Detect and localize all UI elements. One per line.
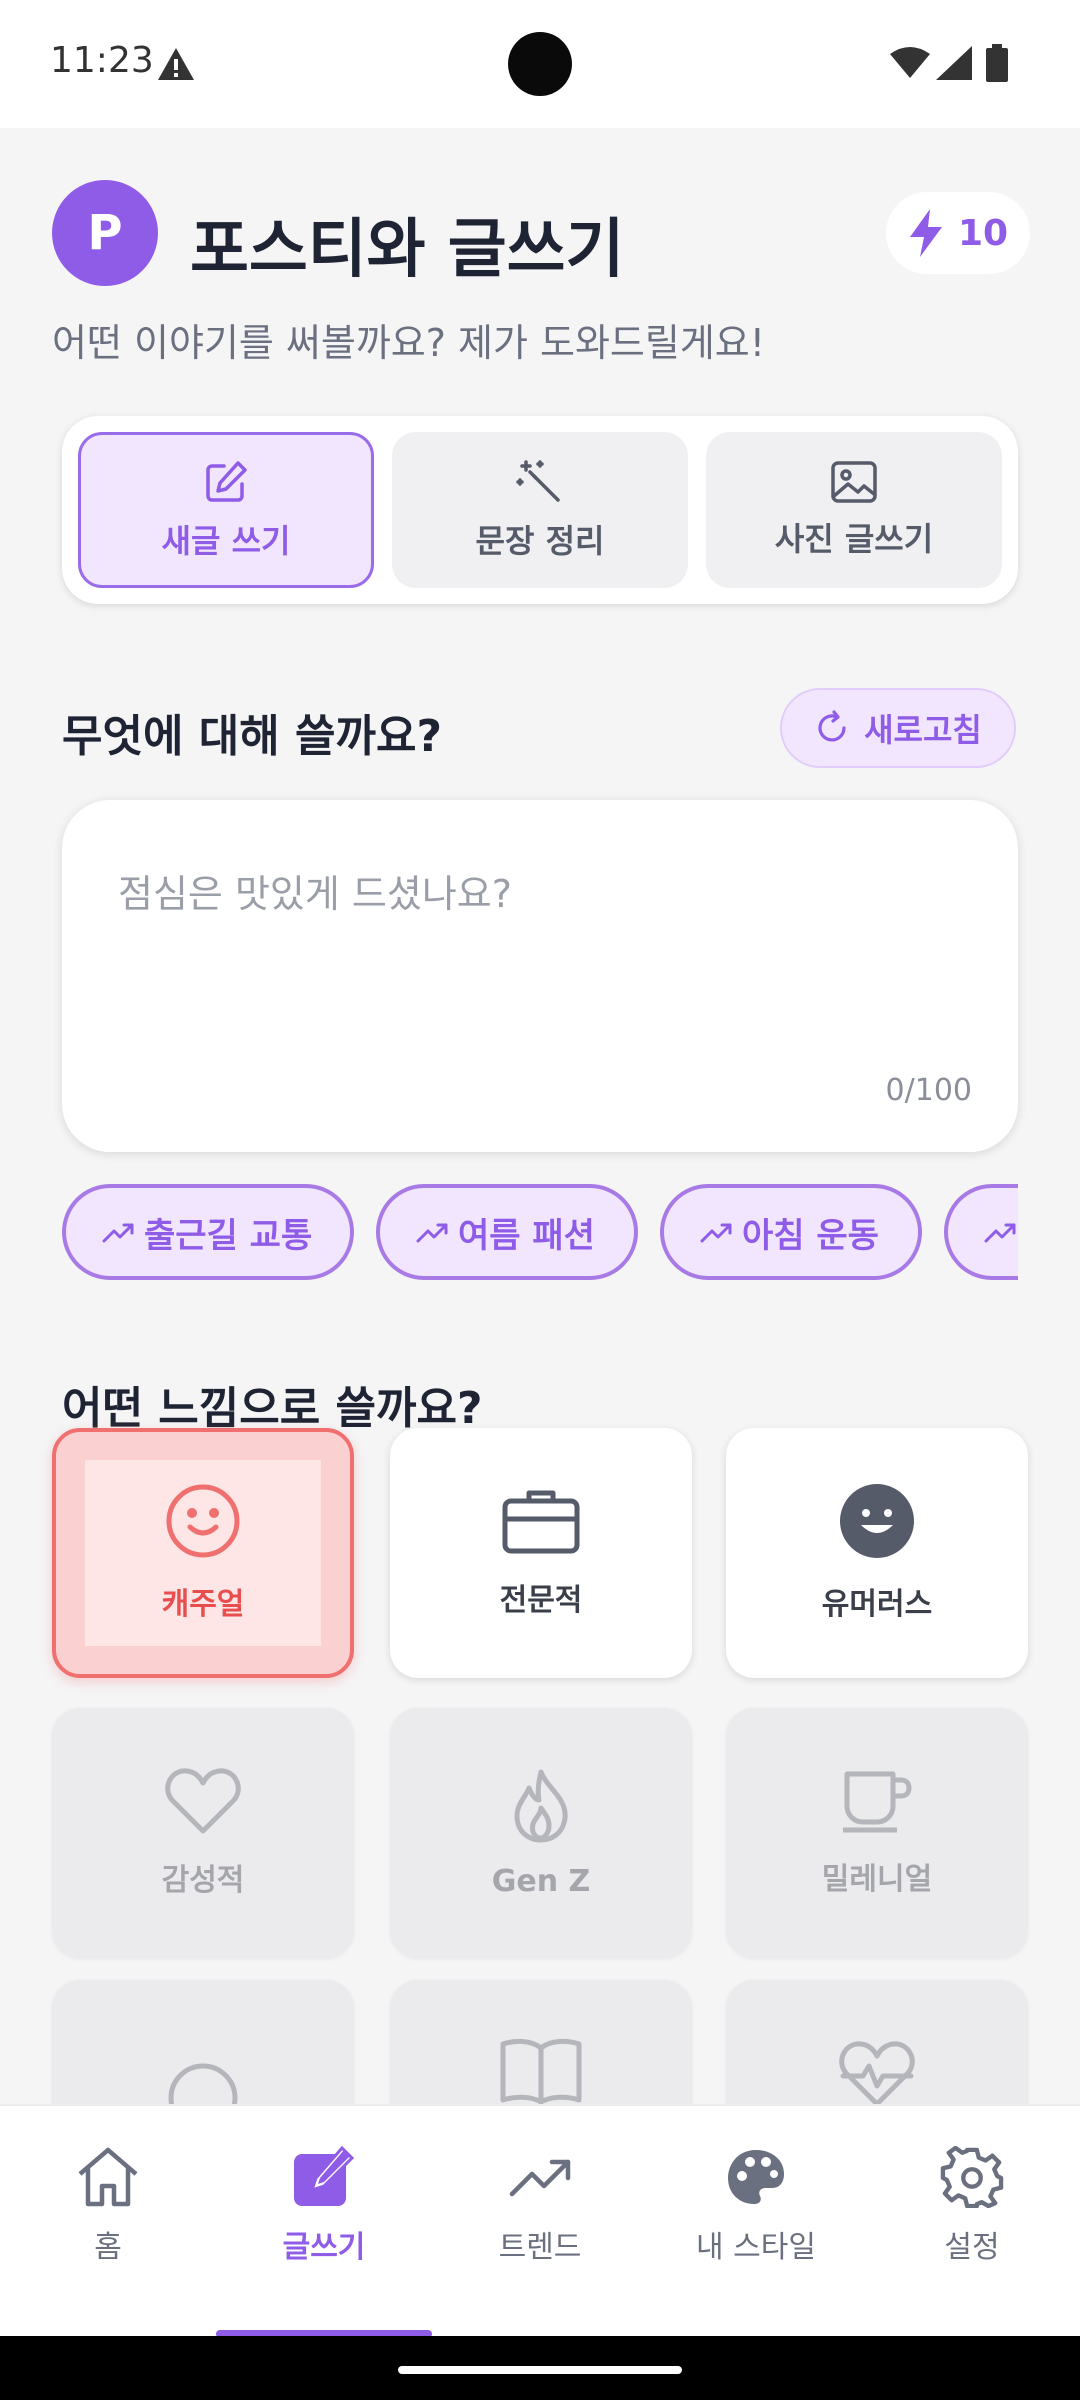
- char-count: 0/100: [885, 1073, 972, 1108]
- refresh-button[interactable]: 새로고침: [780, 688, 1016, 768]
- topic-input[interactable]: [118, 864, 958, 924]
- credit-badge[interactable]: 10: [886, 192, 1030, 274]
- tone-section-title: 어떤 느낌으로 쓸까요?: [62, 1383, 483, 1434]
- palette-icon: [728, 2150, 784, 2204]
- mode-polish-button[interactable]: 문장 정리: [392, 432, 688, 588]
- laugh-icon: [840, 1484, 914, 1558]
- book-icon: [500, 2038, 582, 2105]
- chip-label: 출근길 교통: [144, 1215, 313, 1256]
- tone-label: 감성적: [161, 1863, 245, 1898]
- trending-chip[interactable]: [944, 1184, 1018, 1280]
- image-icon: [831, 461, 877, 503]
- system-gesture-bar: [0, 2336, 1080, 2400]
- mode-selector: 새글 쓰기 문장 정리 사진 글쓰기: [62, 416, 1018, 604]
- trending-up-icon: [700, 1223, 732, 1243]
- wifi-icon: [890, 47, 930, 78]
- tone-casual-inner: 캐주얼: [85, 1460, 321, 1646]
- nav-my-style[interactable]: 내 스타일: [656, 2146, 856, 2276]
- mode-label: 문장 정리: [475, 522, 605, 560]
- chip-label: 아침 운동: [742, 1215, 879, 1256]
- magic-wand-icon: [516, 460, 560, 502]
- home-icon: [78, 2147, 138, 2207]
- tone-professional-card[interactable]: 전문적: [390, 1428, 692, 1678]
- briefcase-icon: [502, 1490, 580, 1554]
- refresh-icon: [818, 710, 846, 742]
- nav-label: 트렌드: [498, 2230, 582, 2265]
- tone-label: 유머러스: [821, 1587, 933, 1622]
- trending-chip[interactable]: 아침 운동: [660, 1184, 922, 1280]
- write-icon: [294, 2146, 355, 2206]
- gear-icon: [940, 2146, 1004, 2208]
- warning-icon: [158, 48, 194, 80]
- tone-genz-card[interactable]: Gen Z: [390, 1708, 692, 1958]
- tone-label: 캐주얼: [161, 1587, 245, 1622]
- gesture-handle[interactable]: [398, 2366, 682, 2374]
- tone-label: 전문적: [499, 1583, 583, 1618]
- camera-cutout: [508, 32, 572, 96]
- topic-section-title: 무엇에 대해 쓸까요?: [62, 711, 442, 762]
- app-header: P 포스티와 글쓰기 10: [52, 180, 1032, 288]
- tone-label: 밀레니얼: [821, 1862, 933, 1897]
- page-title: 포스티와 글쓰기: [190, 213, 625, 287]
- flame-icon: [514, 1769, 568, 1842]
- avatar[interactable]: P: [52, 180, 158, 286]
- smile-icon: [166, 1484, 240, 1558]
- tone-millennial-card[interactable]: 밀레니얼: [726, 1708, 1028, 1958]
- edit-square-icon: [206, 461, 247, 502]
- nav-label: 설정: [944, 2230, 1000, 2265]
- signal-icon: [936, 46, 972, 80]
- trending-chips: 출근길 교통 여름 패션 아침 운동: [62, 1184, 1018, 1284]
- nav-label: 글쓰기: [282, 2230, 366, 2265]
- heart-pulse-icon: [839, 2041, 915, 2107]
- heart-icon: [165, 1768, 241, 1834]
- battery-icon: [986, 44, 1008, 82]
- status-bar: 11:23: [0, 0, 1080, 128]
- nav-write[interactable]: 글쓰기: [224, 2146, 424, 2276]
- refresh-label: 새로고침: [864, 711, 982, 749]
- tone-casual-card[interactable]: 캐주얼: [52, 1428, 354, 1678]
- mode-new-post-button[interactable]: 새글 쓰기: [78, 432, 374, 588]
- nav-label: 홈: [94, 2230, 122, 2265]
- status-time: 11:23: [50, 40, 154, 81]
- page-subtitle: 어떤 이야기를 써볼까요? 제가 도와드릴게요!: [52, 321, 766, 365]
- tone-emotional-card[interactable]: 감성적: [52, 1708, 354, 1958]
- nav-label: 내 스타일: [696, 2230, 816, 2265]
- trending-up-icon: [984, 1223, 1016, 1243]
- topic-input-box: 0/100: [62, 800, 1018, 1152]
- mode-photo-button[interactable]: 사진 글쓰기: [706, 432, 1002, 588]
- nav-settings[interactable]: 설정: [872, 2146, 1072, 2276]
- nav-home[interactable]: 홈: [8, 2146, 208, 2276]
- tone-humorous-card[interactable]: 유머러스: [726, 1428, 1028, 1678]
- nav-trends[interactable]: 트렌드: [440, 2146, 640, 2276]
- trending-chip[interactable]: 출근길 교통: [62, 1184, 354, 1280]
- trending-icon: [509, 2159, 571, 2197]
- trending-chip[interactable]: 여름 패션: [376, 1184, 638, 1280]
- tone-label: Gen Z: [491, 1863, 591, 1899]
- chip-label: 여름 패션: [458, 1215, 595, 1256]
- trending-up-icon: [102, 1223, 134, 1243]
- trending-up-icon: [416, 1223, 448, 1243]
- credit-count: 10: [957, 212, 1009, 254]
- lightning-icon: [909, 209, 942, 257]
- mode-label: 새글 쓰기: [161, 522, 291, 560]
- bottom-nav: 홈 글쓰기 트렌드 내 스타일 설정: [0, 2104, 1080, 2338]
- mode-label: 사진 글쓰기: [774, 520, 934, 558]
- coffee-cup-icon: [843, 1771, 912, 1833]
